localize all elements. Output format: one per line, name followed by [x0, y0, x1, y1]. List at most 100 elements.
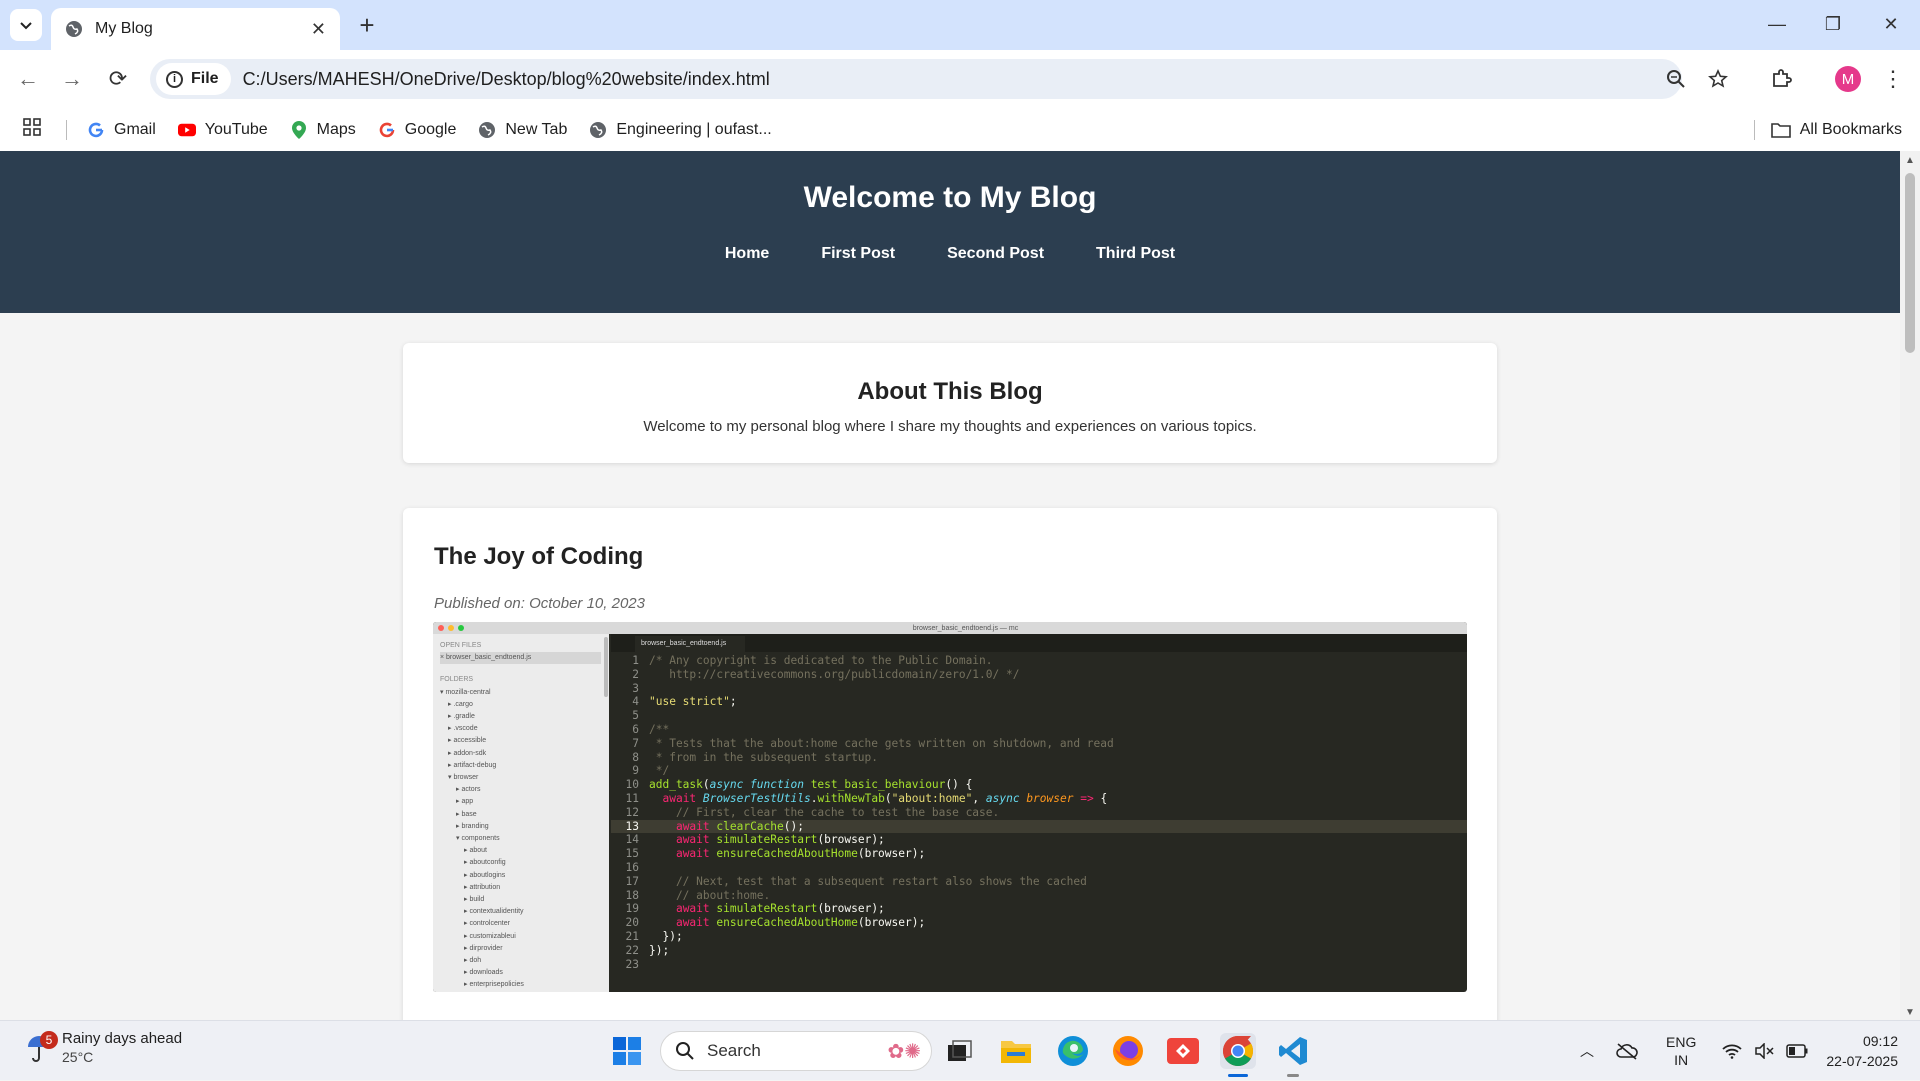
image-code-line: 19 await simulateRestart(browser); — [625, 902, 885, 916]
file-explorer-icon[interactable] — [998, 1033, 1034, 1069]
close-window-button[interactable]: ✕ — [1866, 8, 1916, 40]
menu-icon[interactable]: ⋮ — [1877, 63, 1909, 95]
site-info-button[interactable]: i File — [156, 63, 231, 95]
star-icon[interactable] — [1704, 65, 1732, 93]
weather-temp: 25°C — [62, 1049, 94, 1065]
image-folder-item: ▸ controlcenter — [464, 920, 510, 928]
task-view-icon[interactable] — [942, 1033, 978, 1069]
nav-home[interactable]: Home — [725, 245, 769, 263]
image-tab: browser_basic_endtoend.js — [635, 636, 745, 652]
reload-button[interactable]: ⟳ — [102, 63, 134, 95]
page-scrollbar[interactable]: ▲ ▼ — [1900, 151, 1920, 1020]
folder-icon — [1770, 123, 1791, 138]
image-code-line: 14 await simulateRestart(browser); — [625, 833, 885, 847]
scroll-down-icon[interactable]: ▼ — [1905, 1007, 1915, 1018]
all-bookmarks-button[interactable]: All Bookmarks — [1753, 120, 1902, 140]
site-title: Welcome to My Blog — [803, 181, 1097, 214]
volume-muted-icon[interactable] — [1754, 1043, 1774, 1059]
zoom-icon[interactable] — [1662, 65, 1690, 93]
back-button[interactable]: ← — [12, 63, 44, 95]
search-icon — [676, 1042, 694, 1060]
image-code-line: 2 http://creativecommons.org/publicdomai… — [632, 667, 1020, 681]
bookmark-google[interactable]: Google — [378, 121, 456, 139]
post-date: Published on: October 10, 2023 — [434, 595, 645, 612]
bookmark-engineering[interactable]: Engineering | oufast... — [589, 121, 772, 139]
bookmark-gmail[interactable]: Gmail — [87, 121, 156, 139]
image-code-line: 18 // about:home. — [625, 888, 771, 902]
bookmark-maps[interactable]: Maps — [290, 120, 356, 139]
battery-icon[interactable] — [1786, 1044, 1808, 1058]
nav-third-post[interactable]: Third Post — [1096, 245, 1175, 263]
image-folder-item: ▸ .cargo — [448, 700, 473, 708]
image-code-line: 12 // First, clear the cache to test the… — [625, 805, 1000, 819]
system-tray: ︿ ENG IN — [1580, 1021, 1808, 1081]
clock-date: 22-07-2025 — [1826, 1053, 1898, 1069]
image-folder-item: ▾ browser — [448, 774, 479, 782]
about-heading: About This Blog — [857, 378, 1043, 405]
new-tab-button[interactable]: + — [352, 10, 382, 40]
chevron-up-icon[interactable]: ︿ — [1580, 1041, 1594, 1061]
tab-strip: My Blog ✕ + — ❐ ✕ — [0, 0, 1920, 50]
image-code-line: 15 await ensureCachedAboutHome(browser); — [625, 847, 926, 861]
weather-widget[interactable]: 5 Rainy days ahead 25°C — [26, 1030, 182, 1066]
close-tab-icon[interactable]: ✕ — [311, 19, 326, 40]
image-folder-item: ▸ .gradle — [448, 713, 475, 721]
nav-second-post[interactable]: Second Post — [947, 245, 1044, 263]
search-highlight-icon: ✿✺ — [887, 1040, 921, 1063]
image-sidebar: OPEN FILES × browser_basic_endtoend.js F… — [433, 634, 609, 992]
weather-title: Rainy days ahead — [62, 1030, 183, 1047]
forward-button[interactable]: → — [56, 63, 88, 95]
image-code-line: 23 — [625, 957, 639, 971]
extensions-icon[interactable] — [1765, 63, 1797, 95]
image-folder-item: ▸ .vscode — [448, 725, 478, 733]
anydesk-icon[interactable] — [1165, 1033, 1201, 1069]
start-button[interactable] — [609, 1033, 645, 1069]
image-folder-item: ▸ about — [464, 847, 487, 855]
address-bar[interactable]: i File C:/Users/MAHESH/OneDrive/Desktop/… — [150, 59, 1728, 99]
image-code-line: 3 — [632, 681, 639, 695]
image-folder-item: ▸ contextualidentity — [464, 908, 524, 916]
file-label: File — [191, 70, 219, 87]
image-folder-item: ▸ actors — [456, 786, 481, 794]
image-code: 1/* Any copyright is dedicated to the Pu… — [611, 654, 1467, 971]
restore-button[interactable]: ❐ — [1808, 8, 1858, 40]
image-folder-item: ▾ mozilla-central — [440, 688, 491, 696]
image-folder-item: ▸ aboutlogins — [464, 871, 506, 879]
url-text[interactable]: C:/Users/MAHESH/OneDrive/Desktop/blog%20… — [243, 69, 770, 90]
firefox-icon[interactable] — [1110, 1033, 1146, 1069]
image-folder-item: ▸ app — [456, 798, 474, 806]
wifi-icon[interactable] — [1722, 1043, 1742, 1059]
active-app-indicator — [1228, 1074, 1248, 1077]
image-code-line: 6/** — [632, 722, 670, 736]
taskbar-search[interactable]: Search ✿✺ — [660, 1031, 932, 1071]
chrome-icon[interactable] — [1220, 1033, 1256, 1069]
taskbar: 5 Rainy days ahead 25°C Search ✿✺ ︿ ENG … — [0, 1020, 1920, 1080]
post-image: browser_basic_endtoend.js — mc OPEN FILE… — [433, 622, 1467, 992]
edge-icon[interactable] — [1055, 1033, 1091, 1069]
scroll-up-icon[interactable]: ▲ — [1905, 155, 1915, 166]
apps-icon[interactable] — [22, 117, 42, 142]
nav-first-post[interactable]: First Post — [821, 245, 895, 263]
tab-my-blog[interactable]: My Blog ✕ — [51, 8, 340, 50]
taskbar-clock[interactable]: 09:12 22-07-2025 — [1826, 1031, 1898, 1071]
post-title: The Joy of Coding — [434, 543, 644, 570]
image-code-line: 16 — [625, 860, 639, 874]
open-app-indicator — [1287, 1074, 1299, 1077]
bookmark-new-tab[interactable]: New Tab — [478, 121, 567, 139]
tab-search-button[interactable] — [10, 9, 42, 41]
image-code-line: 13 await clearCache(); — [611, 819, 1467, 834]
umbrella-icon: 5 — [26, 1031, 58, 1063]
bookmark-youtube[interactable]: YouTube — [177, 121, 268, 139]
image-code-line: 5 — [632, 709, 639, 723]
minimize-button[interactable]: — — [1752, 8, 1802, 40]
image-folder-item: ▸ branding — [456, 822, 489, 830]
cloud-off-icon[interactable] — [1616, 1042, 1638, 1060]
language-indicator[interactable]: ENG IN — [1666, 1033, 1696, 1069]
scroll-thumb[interactable] — [1905, 173, 1915, 353]
search-placeholder: Search — [707, 1041, 761, 1060]
image-folder-item: ▸ downloads — [464, 969, 503, 977]
image-folder-item: ▸ accessible — [448, 737, 487, 745]
image-folder-item: ▸ attribution — [464, 883, 501, 891]
vscode-icon[interactable] — [1275, 1033, 1311, 1069]
profile-avatar[interactable]: M — [1835, 66, 1861, 92]
